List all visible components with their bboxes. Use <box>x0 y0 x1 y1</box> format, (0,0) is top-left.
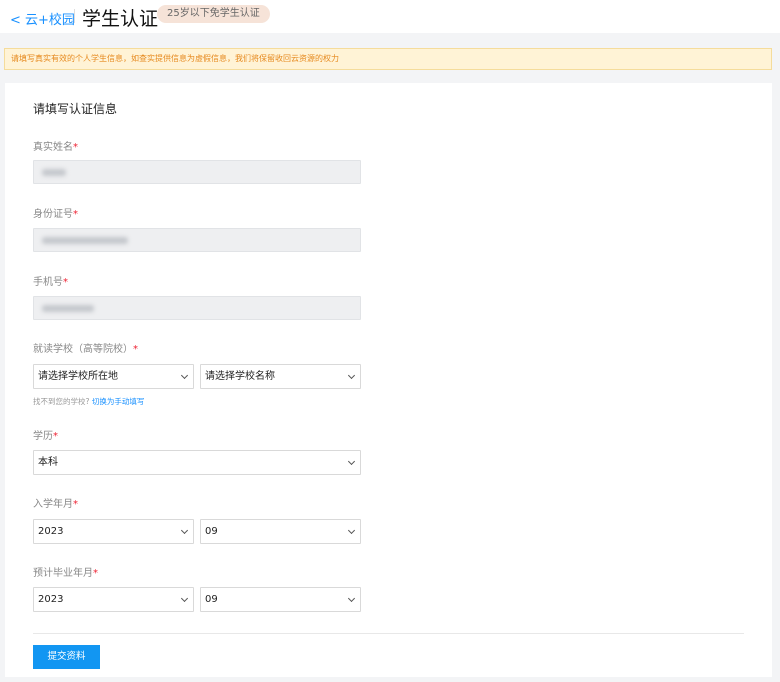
school-label: 就读学校（高等院校）* <box>33 344 138 355</box>
form-section-title: 请填写认证信息 <box>33 102 118 116</box>
id-number-label: 身份证号* <box>33 209 78 220</box>
manual-entry-link[interactable]: 切换为手动填写 <box>92 397 145 406</box>
chevron-down-icon <box>180 526 189 535</box>
chevron-down-icon <box>347 594 356 603</box>
masked-value <box>42 237 128 244</box>
education-label: 学历* <box>33 431 58 442</box>
graduation-year-select[interactable]: 2023 <box>33 587 194 612</box>
form-footer-divider <box>33 633 744 634</box>
required-mark: * <box>73 499 78 510</box>
age-exemption-badge: 25岁以下免学生认证 <box>157 5 270 23</box>
required-mark: * <box>63 277 68 288</box>
required-mark: * <box>133 344 138 355</box>
enrollment-month-select[interactable]: 09 <box>200 519 361 544</box>
required-mark: * <box>93 568 98 579</box>
required-mark: * <box>73 142 78 153</box>
verification-form-card: 请填写认证信息 真实姓名* 身份证号* 手机号* 就读学校（高等院校）* 请选择… <box>5 83 772 677</box>
submit-button[interactable]: 提交资料 <box>33 645 100 669</box>
required-mark: * <box>53 431 58 442</box>
chevron-down-icon <box>180 594 189 603</box>
real-name-label: 真实姓名* <box>33 142 78 153</box>
chevron-down-icon <box>180 371 189 380</box>
education-select[interactable]: 本科 <box>33 450 361 475</box>
phone-label: 手机号* <box>33 277 68 288</box>
graduation-date-label: 预计毕业年月* <box>33 568 98 579</box>
school-hint: 找不到您的学校? 切换为手动填写 <box>33 397 145 406</box>
header-divider <box>74 9 75 23</box>
required-mark: * <box>73 209 78 220</box>
top-header: < 云+校园 学生认证 25岁以下免学生认证 <box>0 0 780 33</box>
phone-field[interactable] <box>33 296 361 320</box>
enrollment-year-select[interactable]: 2023 <box>33 519 194 544</box>
chevron-down-icon <box>347 457 356 466</box>
real-name-field[interactable] <box>33 160 361 184</box>
chevron-down-icon <box>347 371 356 380</box>
id-number-field[interactable] <box>33 228 361 252</box>
school-name-select[interactable]: 请选择学校名称 <box>200 364 361 389</box>
graduation-month-select[interactable]: 09 <box>200 587 361 612</box>
masked-value <box>42 305 94 312</box>
back-link[interactable]: < 云+校园 <box>10 9 75 28</box>
chevron-down-icon <box>347 526 356 535</box>
page-title: 学生认证 <box>82 8 159 30</box>
warning-notice: 请填写真实有效的个人学生信息，如查实提供信息为虚假信息，我们将保留收回云资源的权… <box>4 48 772 70</box>
enrollment-date-label: 入学年月* <box>33 499 78 510</box>
masked-value <box>42 169 66 176</box>
school-location-select[interactable]: 请选择学校所在地 <box>33 364 194 389</box>
